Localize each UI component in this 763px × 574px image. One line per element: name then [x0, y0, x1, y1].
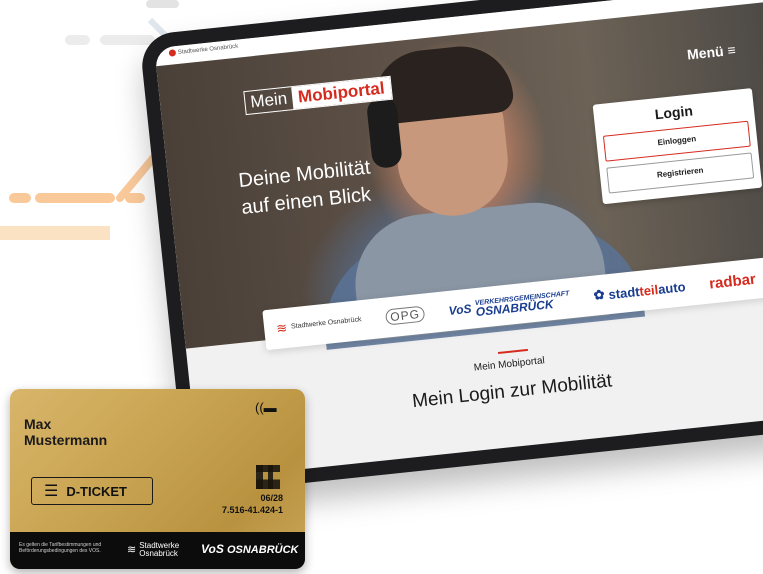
partner-stadtteilauto[interactable]: ✿ stadtteilauto — [593, 278, 686, 304]
card-expiry: 06/28 — [260, 493, 283, 503]
stadtwerke-wave-icon: ≋ — [127, 544, 137, 556]
partner-radbar[interactable]: radbar — [708, 270, 756, 292]
stadtwerke-wave-icon: ≋ — [275, 319, 288, 337]
card-vos-label: OSNABRÜCK — [226, 544, 299, 556]
d-ticket-card: Max Mustermann ((▬ ☰ D-TICKET 06/28 7.51… — [10, 389, 305, 569]
partner-opg-label: OPG — [384, 305, 426, 326]
vos-mark-icon: VoS — [447, 301, 473, 318]
partner-stadtwerke[interactable]: ≋ Stadtwerke Osnabrück — [275, 312, 362, 337]
card-footer: Es gelten die Tarifbestimmungen und Befö… — [10, 532, 305, 569]
sta-suffix: auto — [657, 278, 687, 297]
card-first-name: Max — [24, 416, 52, 432]
d-ticket-label: D-TICKET — [66, 483, 128, 499]
d-ticket-badge: ☰ D-TICKET — [31, 477, 153, 505]
menu-button[interactable]: Menü ≡ — [686, 42, 736, 63]
section-divider — [497, 348, 528, 355]
partner-stadtwerke-label: Stadtwerke Osnabrück — [290, 316, 362, 331]
login-box: Login Einloggen Registrieren — [592, 88, 763, 205]
qr-code-icon — [256, 465, 280, 489]
sta-prefix: stadt — [607, 283, 641, 302]
card-terms: Es gelten die Tarifbestimmungen und Befö… — [19, 542, 102, 554]
card-stadtwerke-logo: ≋ Stadtwerke Osnabrück — [127, 542, 183, 558]
card-last-name: Mustermann — [24, 432, 108, 448]
hamburger-icon: ≡ — [726, 41, 737, 59]
stadtteilauto-icon: ✿ — [592, 286, 606, 303]
card-stadtwerke-label: Stadtwerke Osnabrück — [139, 541, 180, 558]
card-vos-logo: VoS OSNABRÜCK — [201, 542, 298, 556]
partner-opg[interactable]: OPG — [384, 305, 426, 326]
card-number: 7.516-41.424-1 — [221, 505, 283, 515]
stadtwerke-logo[interactable]: Stadtwerke Osnabrück — [168, 43, 239, 57]
deutschlandticket-icon: ☰ — [44, 483, 59, 500]
contactless-icon: ((▬ — [255, 400, 277, 415]
partner-vos[interactable]: VoS VERKEHRSGEMEINSCHAFT OSNABRÜCK — [448, 290, 571, 319]
hero-headline: Deine Mobilität auf einen Blick — [237, 147, 442, 222]
menu-label: Menü — [686, 42, 725, 63]
partner-radbar-label: radbar — [708, 270, 757, 293]
sta-accent: teil — [638, 281, 659, 299]
stadtwerke-logo-text: Stadtwerke Osnabrück — [177, 43, 239, 56]
brand-mein: Mein — [249, 88, 289, 112]
stadtwerke-dot-icon — [168, 49, 177, 57]
card-holder-name: Max Mustermann — [24, 416, 107, 448]
vos-mark-icon: VoS — [201, 542, 224, 556]
